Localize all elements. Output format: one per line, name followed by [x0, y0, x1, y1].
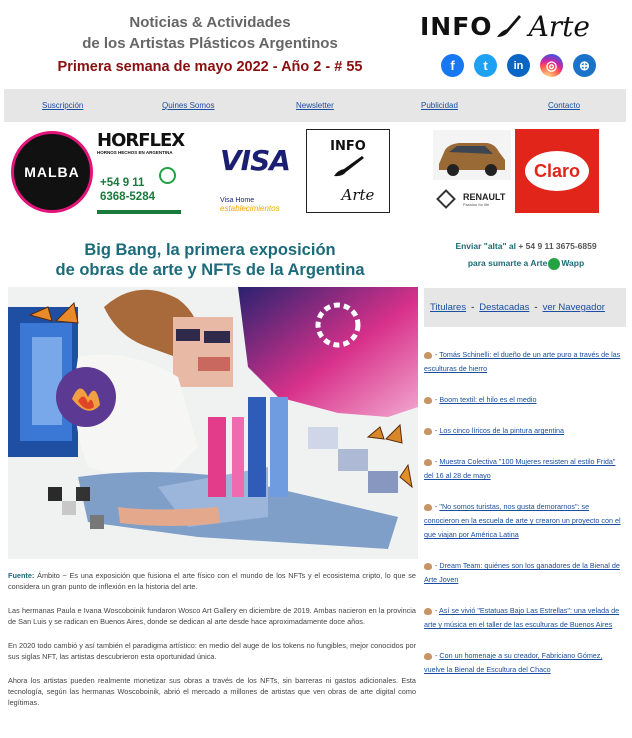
- sidebar-headline-item[interactable]: - Los cinco líricos de la pintura argent…: [424, 424, 622, 438]
- article-paragraph-1: Fuente: Ámbito ~ Es una exposición que f…: [8, 570, 416, 592]
- social-links: f t in ◎ ⊕: [441, 54, 596, 77]
- facebook-icon[interactable]: f: [441, 54, 464, 77]
- header-subtitle-line1: Noticias & Actividades: [129, 14, 291, 31]
- car-image[interactable]: [433, 130, 511, 180]
- infoarte-ad-arte: Arte: [341, 185, 375, 204]
- sidebar-nav-separator: -: [534, 302, 538, 313]
- horflex-bar: [97, 210, 181, 214]
- article-body: Fuente: Ámbito ~ Es una exposición que f…: [8, 570, 416, 721]
- twitter-icon[interactable]: t: [474, 54, 497, 77]
- infoarte-logo[interactable]: INFO Arte: [420, 6, 598, 46]
- enviar-phone[interactable]: + 54 9 11 3675-6859: [518, 241, 596, 251]
- article-paragraph-3: En 2020 todo cambió y así también el par…: [8, 641, 416, 661]
- bullet-icon: [424, 562, 432, 570]
- enviar-line2: para sumarte a Arte Wapp: [420, 255, 632, 272]
- horflex-title: HORFLEX: [97, 130, 185, 151]
- sidebar-headline-item[interactable]: - Muestra Colectiva "100 Mujeres resiste…: [424, 455, 622, 483]
- headline-text: Dream Team: quiénes son los ganadores de…: [424, 561, 620, 584]
- article-paragraph-2: Las hermanas Paula e Ivana Woscoboinik f…: [8, 606, 416, 626]
- top-nav: Suscripción Quines Somos Newsletter Publ…: [4, 89, 626, 122]
- horflex-ad[interactable]: HORFLEX HORNOS HECHOS EN ARGENTINA +54 9…: [97, 130, 185, 214]
- sidebar-headline-item[interactable]: - "No somos turistas, nos gusta demorarn…: [424, 500, 622, 542]
- header-subtitle-line2: de los Artistas Plásticos Argentinos: [82, 35, 338, 52]
- newsletter-header: Noticias & Actividades de los Artistas P…: [0, 0, 632, 88]
- nav-publicidad[interactable]: Publicidad: [421, 101, 458, 110]
- brush-icon: [496, 15, 521, 37]
- horflex-phone: +54 9 11 6368-5284: [100, 176, 155, 204]
- visa-ad[interactable]: VISA Visa Home establecimientos: [220, 132, 302, 214]
- sidebar-nav-navegador[interactable]: ver Navegador: [543, 302, 605, 313]
- article-title[interactable]: Big Bang, la primera exposición de obras…: [0, 240, 420, 280]
- bullet-icon: [424, 652, 432, 660]
- visa-sub1: Visa Home: [220, 197, 255, 204]
- visa-sub2: establecimientos: [220, 204, 280, 213]
- bullet-icon: [424, 607, 432, 615]
- nav-suscripcion[interactable]: Suscripción: [42, 101, 83, 110]
- sidebar-headline-item[interactable]: - Con un homenaje a su creador, Fabricia…: [424, 649, 622, 677]
- bullet-icon: [424, 427, 432, 435]
- whatsapp-icon: [159, 167, 176, 184]
- claro-ad[interactable]: Claro: [515, 129, 599, 213]
- nav-quienes-somos[interactable]: Quines Somos: [162, 101, 214, 110]
- bullet-icon: [424, 396, 432, 404]
- article-paragraph-4: Ahora los artistas pueden realmente mone…: [8, 676, 416, 707]
- renault-subtext: Passion for life: [463, 201, 490, 207]
- sidebar-headline-item[interactable]: - Así se vivió "Estatuas Bajo Las Estrel…: [424, 604, 622, 632]
- horflex-phone-line1: +54 9 11: [100, 177, 145, 189]
- malba-text: MALBA: [24, 164, 80, 180]
- web-icon[interactable]: ⊕: [573, 54, 596, 77]
- article-title-line1: Big Bang, la primera exposición: [84, 241, 336, 259]
- sidebar-nav-titulares[interactable]: Titulares: [430, 302, 466, 313]
- enviar-text-3: Wapp: [561, 258, 585, 268]
- headline-text: Así se vivió "Estatuas Bajo Las Estrella…: [424, 606, 620, 629]
- article-p1-text: Ámbito ~ Es una exposición que fusiona e…: [8, 571, 416, 591]
- ads-row: MALBA HORFLEX HORNOS HECHOS EN ARGENTINA…: [0, 126, 632, 218]
- logo-info-text: INFO: [420, 11, 493, 41]
- whatsapp-icon: [548, 257, 561, 270]
- instagram-icon[interactable]: ◎: [540, 54, 563, 77]
- infoarte-ad[interactable]: INFO Arte: [306, 129, 390, 213]
- renault-ad[interactable]: RENAULT Passion for life: [433, 184, 511, 214]
- malba-ad[interactable]: MALBA: [11, 131, 93, 213]
- sidebar-headlines: - Tomás Schinelli: el dueño de un arte p…: [424, 348, 622, 694]
- bullet-icon: [424, 503, 432, 511]
- edition-label: Primera semana de mayo 2022 - Año 2 - # …: [57, 59, 363, 75]
- linkedin-icon[interactable]: in: [507, 54, 530, 77]
- visa-logo: VISA: [220, 144, 291, 177]
- sidebar-headline-item[interactable]: - Tomás Schinelli: el dueño de un arte p…: [424, 348, 622, 376]
- nav-newsletter[interactable]: Newsletter: [296, 101, 334, 110]
- sidebar-headline-item[interactable]: - Boom textil: el hilo es el medio: [424, 393, 622, 407]
- article-title-line2: de obras de arte y NFTs de la Argentina: [55, 261, 365, 279]
- infoarte-ad-info: INFO: [330, 138, 366, 154]
- sidebar-nav-destacadas[interactable]: Destacadas: [479, 302, 529, 313]
- nav-contacto[interactable]: Contacto: [548, 101, 580, 110]
- sidebar-nav-separator: -: [471, 302, 475, 313]
- enviar-text: Enviar "alta" al: [455, 241, 516, 251]
- claro-logo: Claro: [525, 151, 589, 191]
- headline-text: Boom textil: el hilo es el medio: [439, 395, 537, 404]
- horflex-phone-line2: 6368-5284: [100, 191, 155, 203]
- sidebar-headline-item[interactable]: - Dream Team: quiénes son los ganadores …: [424, 559, 622, 587]
- whatsapp-subscribe-box: Enviar "alta" al + 54 9 11 3675-6859 par…: [420, 238, 632, 282]
- logo-arte-text: Arte: [528, 9, 590, 43]
- enviar-line1: Enviar "alta" al + 54 9 11 3675-6859: [420, 238, 632, 255]
- source-label: Fuente:: [8, 571, 35, 580]
- headline-text: Muestra Colectiva "100 Mujeres resisten …: [424, 457, 616, 480]
- enviar-text-2: para sumarte a Arte: [467, 258, 548, 268]
- headline-text: Con un homenaje a su creador, Fabriciano…: [424, 651, 603, 674]
- renault-text: RENAULT: [463, 191, 506, 202]
- sidebar-nav: Titulares - Destacadas - ver Navegador: [424, 288, 626, 327]
- brush-icon: [334, 155, 364, 176]
- article-hero-image[interactable]: [8, 287, 418, 559]
- bullet-icon: [424, 458, 432, 466]
- horflex-subtitle: HORNOS HECHOS EN ARGENTINA: [97, 150, 173, 155]
- bullet-icon: [424, 351, 432, 359]
- headline-text: Tomás Schinelli: el dueño de un arte pur…: [424, 350, 621, 373]
- headline-text: "No somos turistas, nos gusta demorarnos…: [424, 502, 621, 539]
- headline-text: Los cinco líricos de la pintura argentin…: [439, 426, 565, 435]
